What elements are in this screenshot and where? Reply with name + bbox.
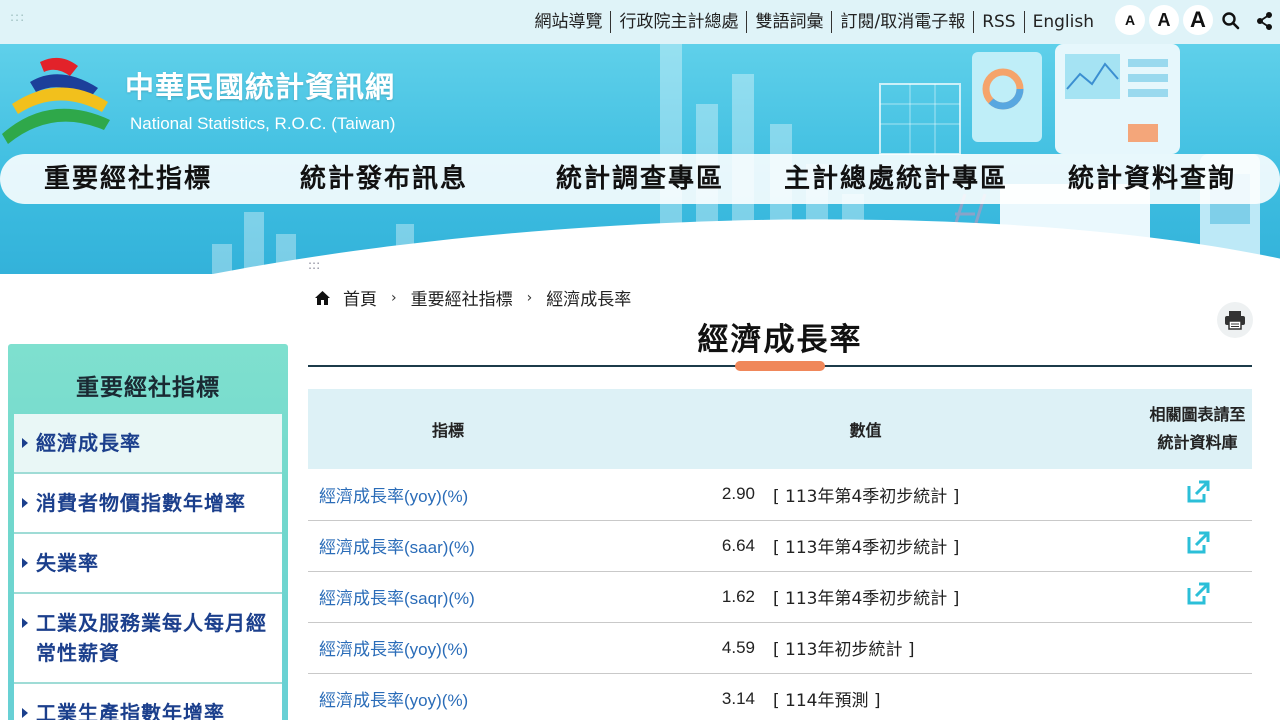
page-title: 經濟成長率: [697, 322, 863, 358]
nav-item-releases[interactable]: 統計發布訊息: [256, 154, 512, 204]
indicator-note: [ 113年第4季初步統計 ]: [773, 486, 960, 507]
header-link: 相關圖表請至統計資料庫: [1143, 389, 1252, 469]
indicator-link[interactable]: 經濟成長率(saqr)(%): [319, 589, 475, 608]
link-dgbas[interactable]: 行政院主計總處: [611, 11, 748, 33]
nav-item-surveys[interactable]: 統計調查專區: [512, 154, 768, 204]
sidebar-item-industrial-production[interactable]: 工業生產指數年增率: [14, 684, 282, 720]
chevron-right-icon: ›: [391, 289, 397, 306]
caret-right-icon: [22, 618, 28, 628]
main-nav: 重要經社指標 統計發布訊息 統計調查專區 主計總處統計專區 統計資料查詢: [0, 154, 1280, 204]
sidebar-item-label: 消費者物價指數年增率: [36, 491, 246, 515]
sidebar-item-label: 失業率: [36, 551, 99, 575]
indicator-value: 2.90: [721, 484, 755, 504]
title-accent-bar: [735, 361, 825, 371]
indicator-note: [ 113年第4季初步統計 ]: [773, 538, 960, 558]
link-english[interactable]: English: [1025, 11, 1102, 33]
indicator-link[interactable]: 經濟成長率(yoy)(%): [319, 487, 468, 506]
indicator-link[interactable]: 經濟成長率(saar)(%): [319, 538, 475, 557]
nav-item-dgbas-stats[interactable]: 主計總處統計專區: [768, 154, 1024, 204]
indicator-link[interactable]: 經濟成長率(yoy)(%): [319, 640, 468, 659]
share-icon[interactable]: [1254, 10, 1276, 32]
table-row: 經濟成長率(saar)(%) 6.64 [ 113年第4季初步統計 ]: [308, 520, 1252, 572]
sidebar-item-label: 經濟成長率: [36, 431, 141, 455]
caret-right-icon: [22, 558, 28, 568]
accesskey-content[interactable]: :::: [308, 258, 320, 272]
sidebar-item-earnings[interactable]: 工業及服務業每人每月經常性薪資: [14, 594, 282, 684]
table-row: 經濟成長率(saqr)(%) 1.62 [ 113年第4季初步統計 ]: [308, 571, 1252, 623]
top-links: 網站導覽 行政院主計總處 雙語詞彙 訂閱/取消電子報 RSS English: [526, 9, 1102, 35]
caret-right-icon: [22, 438, 28, 448]
breadcrumb-level1[interactable]: 重要經社指標: [411, 285, 513, 310]
link-sitemap[interactable]: 網站導覽: [526, 11, 612, 33]
font-size-large-button[interactable]: A: [1183, 5, 1213, 35]
accesskey-top[interactable]: :::: [10, 10, 25, 24]
breadcrumb-home[interactable]: 首頁: [343, 285, 377, 310]
font-size-small-button[interactable]: A: [1115, 5, 1145, 35]
indicator-table: 指標 數值 相關圖表請至統計資料庫 經濟成長率(yoy)(%) 2.90 [ 1…: [308, 389, 1252, 720]
indicator-value: 1.62: [721, 586, 755, 606]
sidebar-title: 重要經社指標: [76, 375, 220, 401]
sidebar-list: 經濟成長率 消費者物價指數年增率 失業率 工業及服務業每人每月經常性薪資 工業生…: [14, 414, 282, 720]
external-link-icon[interactable]: [1185, 530, 1211, 556]
breadcrumb-current: 經濟成長率: [546, 290, 632, 310]
external-link-icon[interactable]: [1185, 479, 1211, 505]
sidebar-item-label: 工業生產指數年增率: [36, 701, 225, 720]
sidebar-item-cpi[interactable]: 消費者物價指數年增率: [14, 474, 282, 534]
sidebar-item-unemployment[interactable]: 失業率: [14, 534, 282, 594]
link-rss[interactable]: RSS: [974, 11, 1025, 33]
chevron-right-icon: ›: [526, 289, 533, 306]
nav-item-data-query[interactable]: 統計資料查詢: [1024, 154, 1280, 204]
font-size-medium-button[interactable]: A: [1149, 5, 1179, 35]
table-header-row: 指標 數值 相關圖表請至統計資料庫: [308, 389, 1252, 469]
sidebar-item-gdp-growth[interactable]: 經濟成長率: [14, 414, 282, 474]
search-icon[interactable]: [1220, 10, 1242, 32]
link-glossary[interactable]: 雙語詞彙: [747, 11, 833, 33]
top-utility-bar: ::: 網站導覽 行政院主計總處 雙語詞彙 訂閱/取消電子報 RSS Engli…: [0, 0, 1280, 44]
header-value: 數值: [588, 389, 1143, 469]
indicator-value: 6.64: [721, 535, 755, 555]
table-row: 經濟成長率(yoy)(%) 4.59 [ 113年初步統計 ]: [308, 622, 1252, 674]
breadcrumb: 首頁 › 重要經社指標 › 經濟成長率: [314, 285, 631, 310]
indicator-note: [ 114年預測 ]: [773, 691, 881, 711]
site-subtitle: National Statistics, R.O.C. (Taiwan): [130, 114, 396, 133]
sidebar: 重要經社指標 經濟成長率 消費者物價指數年增率 失業率 工業及服務業每人每月經常…: [8, 344, 288, 720]
header-indicator: 指標: [308, 389, 588, 469]
external-link-icon[interactable]: [1185, 581, 1211, 607]
site-title[interactable]: 中華民國統計資訊網: [125, 64, 395, 106]
link-subscribe[interactable]: 訂閱/取消電子報: [832, 11, 975, 33]
indicator-note: [ 113年第4季初步統計 ]: [773, 589, 960, 609]
nav-item-key-indicators[interactable]: 重要經社指標: [0, 154, 256, 204]
site-logo-icon[interactable]: [0, 52, 115, 152]
indicator-link[interactable]: 經濟成長率(yoy)(%): [319, 691, 468, 710]
sidebar-item-label: 工業及服務業每人每月經常性薪資: [36, 611, 267, 665]
home-icon[interactable]: [314, 290, 331, 306]
caret-right-icon: [22, 498, 28, 508]
caret-right-icon: [22, 708, 28, 718]
table-row: 經濟成長率(yoy)(%) 3.14 [ 114年預測 ]: [308, 673, 1252, 720]
indicator-value: 3.14: [721, 688, 755, 708]
table-row: 經濟成長率(yoy)(%) 2.90 [ 113年第4季初步統計 ]: [308, 469, 1252, 521]
indicator-note: [ 113年初步統計 ]: [773, 640, 915, 660]
indicator-value: 4.59: [721, 637, 755, 657]
